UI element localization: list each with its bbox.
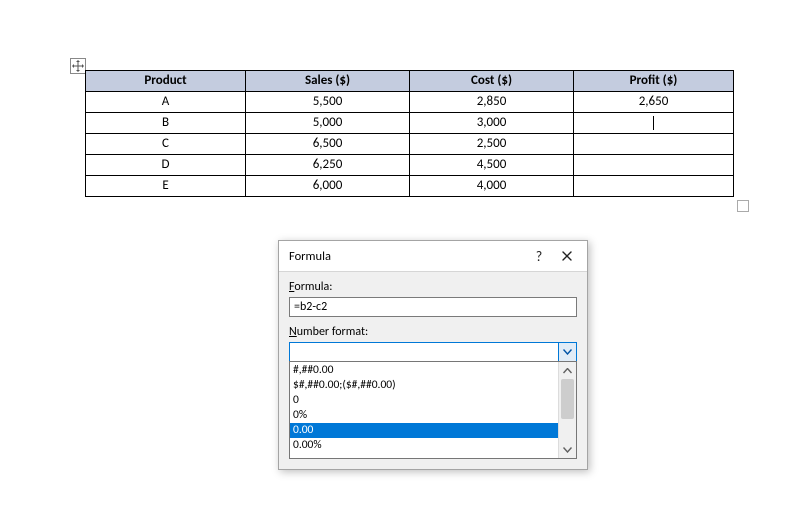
cell-cost[interactable]: 4,000 [410,176,574,197]
cell-sales[interactable]: 6,250 [246,155,410,176]
cell-profit[interactable] [574,134,734,155]
text-caret [653,116,654,130]
cell-product[interactable]: A [86,92,246,113]
table-row[interactable]: A 5,500 2,850 2,650 [86,92,734,113]
table-row[interactable]: B 5,000 3,000 [86,113,734,134]
cell-cost[interactable]: 2,500 [410,134,574,155]
cell-cost[interactable]: 2,850 [410,92,574,113]
number-format-combo[interactable] [289,342,577,362]
scroll-track[interactable] [559,379,576,441]
cell-sales[interactable]: 6,500 [246,134,410,155]
table-header-row: Product Sales ($) Cost ($) Profit ($) [86,71,734,92]
number-format-dropdown-button[interactable] [558,343,576,361]
dropdown-scrollbar[interactable] [558,362,576,458]
selection-handle-icon[interactable] [737,200,749,212]
cell-product[interactable]: B [86,113,246,134]
number-format-option[interactable]: 0.00 [290,423,558,438]
cell-product[interactable]: D [86,155,246,176]
number-format-input[interactable] [290,343,558,361]
cell-product[interactable]: E [86,176,246,197]
cell-profit[interactable] [574,155,734,176]
number-format-option[interactable]: 0.00% [290,438,558,453]
chevron-down-icon [563,349,572,355]
formula-label: Formula: [289,280,577,294]
help-button[interactable]: ? [525,245,553,267]
number-format-option[interactable]: 0% [290,408,558,423]
formula-input[interactable] [289,297,577,317]
col-product: Product [86,71,246,92]
chevron-up-icon [563,368,572,374]
number-format-label: Number format: [289,325,577,339]
move-handle-icon[interactable] [70,58,86,74]
col-cost: Cost ($) [410,71,574,92]
cell-profit[interactable]: 2,650 [574,92,734,113]
chevron-down-icon [563,447,572,453]
cell-cost[interactable]: 4,500 [410,155,574,176]
cell-product[interactable]: C [86,134,246,155]
cell-profit[interactable] [574,176,734,197]
col-profit: Profit ($) [574,71,734,92]
number-format-option[interactable]: 0 [290,393,558,408]
number-format-option[interactable]: $#,##0.00;($#,##0.00) [290,378,558,393]
scroll-down-button[interactable] [559,441,576,458]
product-table[interactable]: Product Sales ($) Cost ($) Profit ($) A … [85,70,733,197]
number-format-dropdown-list[interactable]: #,##0.00$#,##0.00;($#,##0.00)00%0.000.00… [289,361,577,459]
dialog-titlebar[interactable]: Formula ? [279,241,587,272]
close-button[interactable] [553,245,581,267]
cell-profit-active[interactable] [574,113,734,134]
scroll-thumb[interactable] [561,379,574,419]
close-icon [562,251,572,261]
table-row[interactable]: D 6,250 4,500 [86,155,734,176]
number-format-option[interactable]: #,##0.00 [290,363,558,378]
dialog-title: Formula [289,249,525,264]
cell-sales[interactable]: 5,000 [246,113,410,134]
cell-sales[interactable]: 5,500 [246,92,410,113]
col-sales: Sales ($) [246,71,410,92]
cell-cost[interactable]: 3,000 [410,113,574,134]
table-row[interactable]: C 6,500 2,500 [86,134,734,155]
cell-sales[interactable]: 6,000 [246,176,410,197]
table-row[interactable]: E 6,000 4,000 [86,176,734,197]
scroll-up-button[interactable] [559,362,576,379]
formula-dialog: Formula ? Formula: Number format: #,##0 [278,240,588,470]
